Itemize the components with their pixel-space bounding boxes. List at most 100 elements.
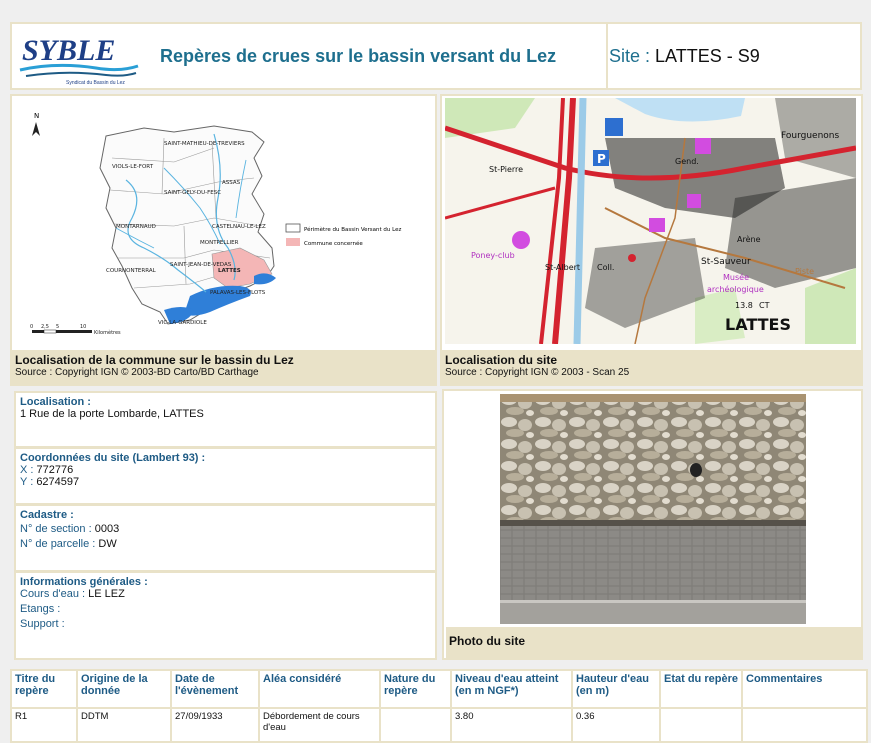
scale-label: Kilomètres [94,329,121,336]
y-key: Y : [20,476,37,488]
col-header: Hauteur d'eau (en m) [571,669,661,709]
town-label: VIC-LA-GARDIOLE [158,320,207,326]
map-commune-caption: Localisation de la commune sur le bassin… [12,350,435,384]
col-header: Commentaires [741,669,868,709]
x-value: 772776 [36,464,74,476]
caption-source: Source : Copyright IGN © 2003 - Scan 25 [445,367,630,378]
parking-icon [605,118,623,136]
legend-perimeter-swatch [285,223,301,233]
map-label-lattes: LATTES [725,315,791,334]
town-label: MONTPELLIER [200,240,239,246]
topo-map: P St-Pierre Poney-club St-Albert Coll. G… [445,98,856,344]
town-label: CASTELNAU-LE-LEZ [212,224,266,230]
monument-icon [649,218,665,232]
map-label: archéologique [707,284,764,294]
localisation-label: Localisation : [20,396,91,408]
general-info-box: Informations générales : Cours d'eau : L… [14,571,437,660]
caption-title: Localisation du site [445,353,558,367]
cours-key: Cours d'eau : [20,588,89,600]
col-header: Aléa considéré [258,669,381,709]
table-cell: 3.80 [450,707,573,743]
header: SYBLE Syndicat du Bassin du Lez Repères … [10,22,862,90]
map-label: St-Sauveur [701,257,751,267]
header-divider [606,24,608,88]
map-label: Musée [723,272,749,282]
town-label: MONTARNAUD [116,224,156,230]
map-commune-panel: N SAINT-MATHIEU-DE-TREVIERS VIOLS-LE-FOR… [10,94,437,386]
table-cell: 0.36 [571,707,661,743]
cadastre-label: Cadastre : [20,509,74,521]
table-cell: Débordement de cours d'eau [258,707,381,743]
map-site-caption: Localisation du site Source : Copyright … [442,350,861,384]
map-label: Coll. [597,263,614,272]
map-label: Arène [737,234,761,244]
parcelle-value: DW [98,538,117,550]
localisation-box: Localisation : 1 Rue de la porte Lombard… [14,391,437,448]
map-label: Poney-club [471,251,515,260]
site-marker-icon [628,254,636,262]
table-cell [379,707,452,743]
map-label: 13.8 [735,301,753,310]
map-label: CT [759,301,770,310]
localisation-value: 1 Rue de la porte Lombarde, LATTES [20,408,204,420]
etangs-key: Etangs : [20,603,61,615]
caption-source: Source : Copyright IGN © 2003-BD Carto/B… [15,367,259,378]
y-value: 6274597 [36,476,80,488]
photo-caption: Photo du site [449,634,525,648]
col-header: Nature du repère [379,669,452,709]
legend-commune-swatch [286,238,300,246]
site-photo [500,394,806,624]
legend-perimeter: Périmètre du Bassin Versant du Lez [304,226,402,233]
town-label-lattes: LATTES [218,268,241,274]
map-label: Fourguenons [781,131,839,141]
parcelle-key: N° de parcelle : [20,538,99,550]
basin-map: N SAINT-MATHIEU-DE-TREVIERS VIOLS-LE-FOR… [14,98,433,346]
reperes-table-wrap: Titre du repère Origine de la donnée Dat… [10,669,868,743]
town-label: VIOLS-LE-FORT [112,164,154,170]
coordinates-box: Coordonnées du site (Lambert 93) : X : 7… [14,447,437,505]
legend-commune: Commune concernée [304,240,363,247]
monument-icon [695,138,711,154]
poney-club-icon [512,231,530,249]
general-label: Informations générales : [20,576,148,588]
site-value: LATTES - S9 [655,46,760,66]
coordinates-label: Coordonnées du site (Lambert 93) : [20,452,206,464]
monument-icon [687,194,701,208]
town-label: PALAVAS-LES-FLOTS [210,290,266,296]
table-cell: DDTM [76,707,172,743]
photo-caption-bar: Photo du site [446,627,861,658]
cadastre-box: Cadastre : N° de section : 0003 N° de pa… [14,504,437,572]
map-label: Piste [795,267,814,276]
scale-bar [32,330,92,333]
table-cell: 27/09/1933 [170,707,260,743]
col-header: Titre du repère [10,669,78,709]
town-label: COURNONTERRAL [106,268,157,274]
section-value: 0003 [94,523,120,535]
scale-label: 10 [80,324,86,330]
photo-panel: Photo du site [442,389,863,660]
site-label: Site : [609,46,656,66]
caption-title: Localisation de la commune sur le bassin… [15,353,294,367]
scale-label: 2,5 [41,324,49,330]
map-site-panel: P St-Pierre Poney-club St-Albert Coll. G… [440,94,863,386]
map-label: Gend. [675,157,699,166]
cours-value: LE LEZ [88,588,125,600]
table-row: R1 DDTM 27/09/1933 Débordement de cours … [10,707,868,743]
svg-text:P: P [597,152,606,166]
table-cell: R1 [10,707,78,743]
pipe-outlet-icon [690,463,702,477]
logo-text: SYBLE [22,34,115,67]
col-header: Etat du repère [659,669,743,709]
table-cell [659,707,743,743]
table-header-row: Titre du repère Origine de la donnée Dat… [10,669,868,709]
col-header: Origine de la donnée [76,669,172,709]
logo: SYBLE Syndicat du Bassin du Lez [16,26,140,86]
reperes-table: Titre du repère Origine de la donnée Dat… [10,669,868,743]
map-label: St-Pierre [489,165,523,174]
scale-label: 0 [30,324,33,330]
x-key: X : [20,464,37,476]
col-header: Niveau d'eau atteint (en m NGF*) [450,669,573,709]
map-label: St-Albert [545,263,580,272]
syble-logo-icon: SYBLE Syndicat du Bassin du Lez [19,34,139,86]
town-label: SAINT-GELY-DU-FESC [164,190,221,196]
